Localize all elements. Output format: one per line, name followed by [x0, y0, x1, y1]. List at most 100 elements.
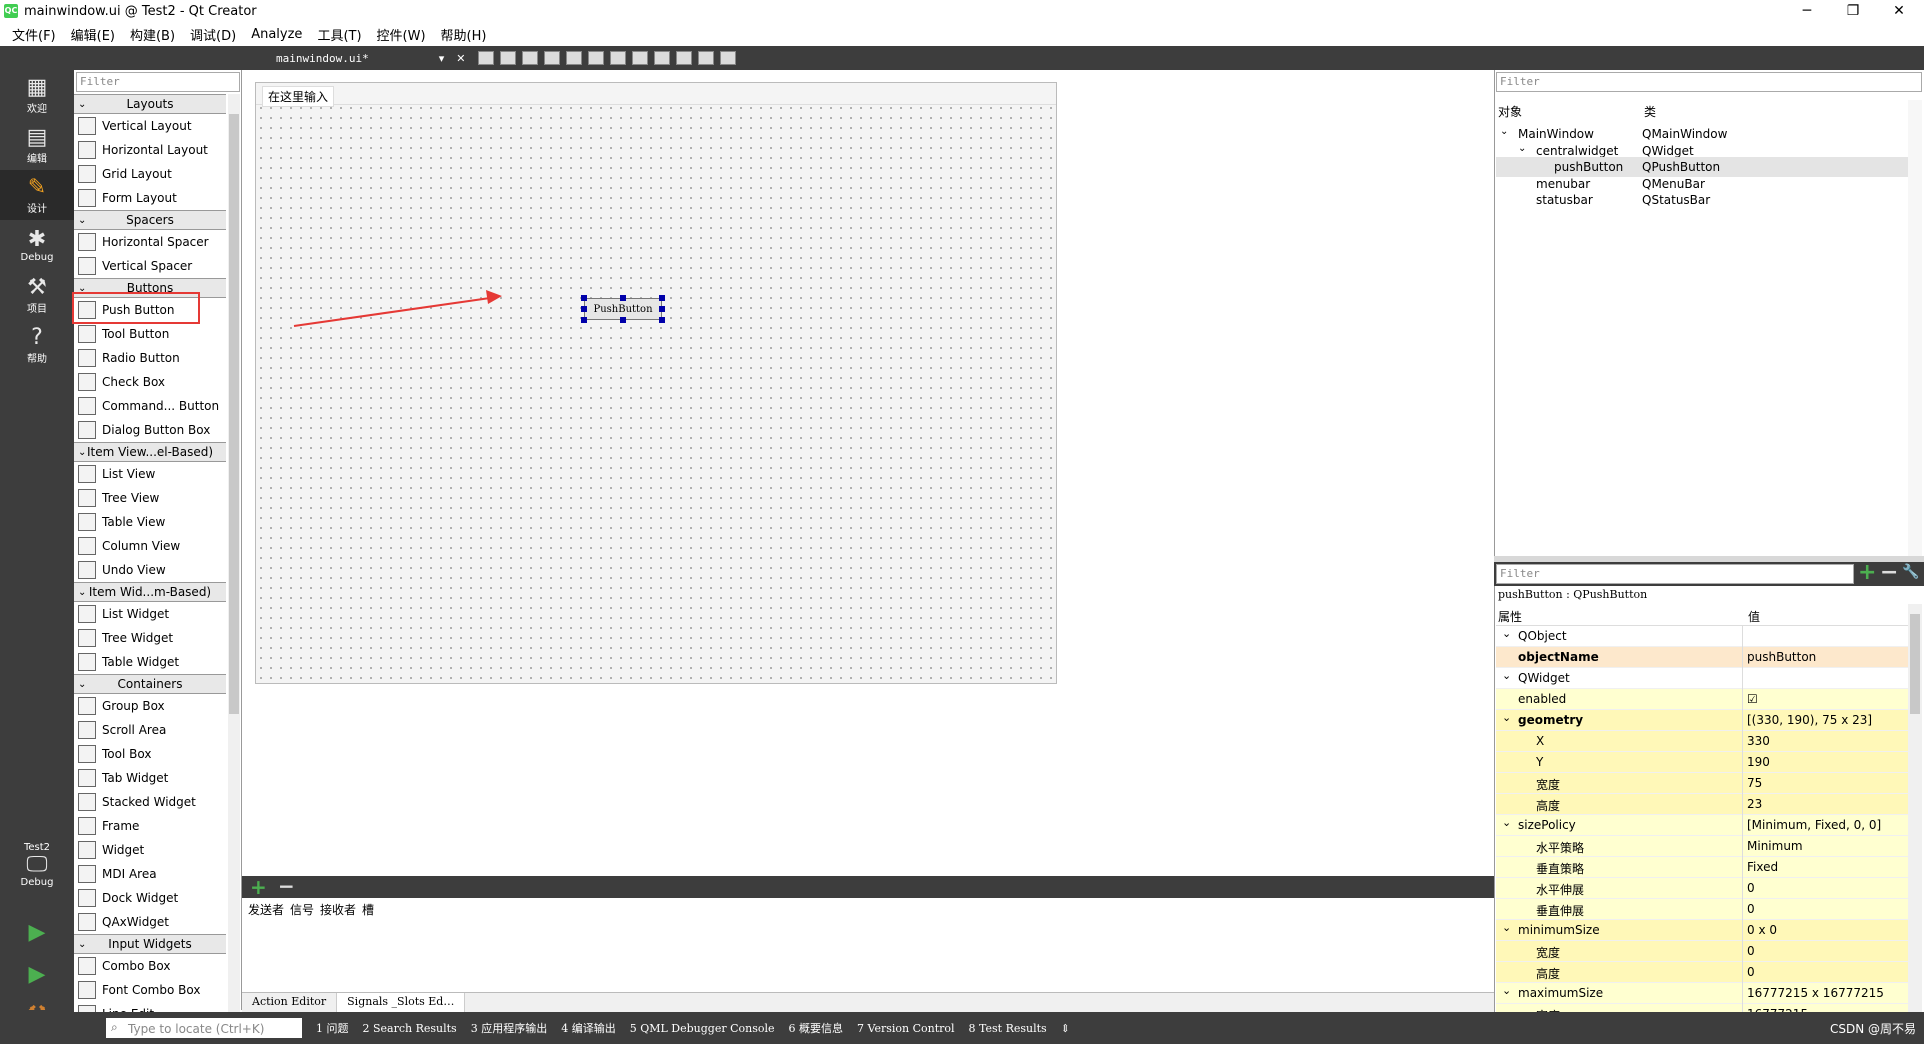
widget-item-group-box[interactable]: Group Box — [74, 694, 226, 718]
widget-item-stacked-widget[interactable]: Stacked Widget — [74, 790, 226, 814]
category-header[interactable]: ⌄ Containers — [74, 674, 226, 694]
menu-tools[interactable]: 工具(T) — [317, 25, 361, 44]
object-scrollbar[interactable] — [1908, 100, 1922, 556]
property-value[interactable]: 23 — [1747, 797, 1762, 811]
menu-widgets[interactable]: 控件(W) — [377, 25, 426, 44]
pane-general-messages[interactable]: 6 概要信息 — [789, 1020, 844, 1036]
close-document-icon[interactable]: ✕ — [456, 52, 465, 65]
adjust-size-icon[interactable] — [720, 51, 737, 65]
property-row-minimumsize[interactable]: minimumSize ⌄ 0 x 0 — [1496, 920, 1908, 941]
dropdown-chevron-icon[interactable]: ▾ — [439, 52, 445, 65]
property-row-item[interactable]: 垂直伸展 0 — [1496, 899, 1908, 920]
property-value[interactable]: Minimum — [1747, 839, 1803, 853]
widget-item-scroll-area[interactable]: Scroll Area — [74, 718, 226, 742]
property-row-objectname[interactable]: objectName pushButton — [1496, 647, 1908, 668]
pane-search-results[interactable]: 2 Search Results — [363, 1022, 457, 1035]
widget-item-list-view[interactable]: List View — [74, 462, 226, 486]
col-slot[interactable]: 槽 — [362, 901, 374, 918]
pane-version-control[interactable]: 7 Version Control — [857, 1022, 955, 1035]
category-header[interactable]: ⌄ Item Wid...m-Based) — [74, 582, 226, 602]
widget-item-frame[interactable]: Frame — [74, 814, 226, 838]
widget-item-line-edit[interactable]: Line Edit — [74, 1002, 226, 1012]
chevron-down-icon[interactable]: ⌄ — [1500, 126, 1508, 137]
form-mainwindow[interactable] — [255, 82, 1057, 684]
remove-connection-icon[interactable]: − — [278, 874, 295, 898]
resize-handle-ne[interactable] — [659, 295, 665, 301]
chevron-down-icon[interactable]: ⌄ — [1502, 984, 1511, 997]
resize-handle-e[interactable] — [659, 306, 665, 312]
mode-projects[interactable]: ⚒ 项目 — [0, 270, 74, 320]
kit-selector[interactable]: Test2 🖵 Debug — [0, 830, 74, 900]
col-signal[interactable]: 信号 — [290, 901, 314, 918]
resize-handle-se[interactable] — [659, 317, 665, 323]
menu-file[interactable]: 文件(F) — [12, 25, 56, 44]
menu-debug[interactable]: 调试(D) — [190, 25, 236, 44]
category-header[interactable]: ⌄ Input Widgets — [74, 934, 226, 954]
widget-item-vertical-spacer[interactable]: Vertical Spacer — [74, 254, 226, 278]
property-value[interactable]: [Minimum, Fixed, 0, 0] — [1747, 818, 1881, 832]
property-row-item[interactable]: 水平策略 Minimum — [1496, 836, 1908, 857]
property-row-enabled[interactable]: enabled ☑ — [1496, 689, 1908, 710]
category-header[interactable]: ⌄ Spacers — [74, 210, 226, 230]
property-row-geometry[interactable]: geometry ⌄ [(330, 190), 75 x 23] — [1496, 710, 1908, 731]
col-sender[interactable]: 发送者 — [248, 901, 284, 918]
resize-handle-s[interactable] — [620, 317, 626, 323]
property-value[interactable]: [(330, 190), 75 x 23] — [1747, 713, 1872, 727]
edit-tab-order-icon[interactable] — [544, 51, 561, 65]
property-value[interactable]: 0 — [1747, 881, 1755, 895]
mode-help[interactable]: ? 帮助 — [0, 320, 74, 370]
property-value[interactable]: 0 — [1747, 944, 1755, 958]
chevron-down-icon[interactable]: ⌄ — [1502, 627, 1511, 640]
widget-item-tree-view[interactable]: Tree View — [74, 486, 226, 510]
widget-item-table-widget[interactable]: Table Widget — [74, 650, 226, 674]
resize-handle-n[interactable] — [620, 295, 626, 301]
property-value[interactable]: pushButton — [1747, 650, 1816, 664]
pane-qml-console[interactable]: 5 QML Debugger Console — [630, 1022, 775, 1035]
widget-item-tool-box[interactable]: Tool Box — [74, 742, 226, 766]
widget-item-horizontal-spacer[interactable]: Horizontal Spacer — [74, 230, 226, 254]
col-property[interactable]: 属性 — [1498, 608, 1522, 625]
menu-edit[interactable]: 编辑(E) — [71, 25, 115, 44]
widget-item-grid-layout[interactable]: Grid Layout — [74, 162, 226, 186]
open-file-selector[interactable]: mainwindow.ui* — [276, 52, 369, 65]
widget-item-tab-widget[interactable]: Tab Widget — [74, 766, 226, 790]
tab-action-editor[interactable]: Action Editor — [242, 993, 338, 1012]
pane-app-output[interactable]: 3 应用程序输出 — [471, 1020, 548, 1036]
widget-item-column-view[interactable]: Column View — [74, 534, 226, 558]
property-row-maximumsize[interactable]: maximumSize ⌄ 16777215 x 16777215 — [1496, 983, 1908, 1004]
type-here-menu[interactable]: 在这里输入 — [262, 86, 335, 107]
property-value[interactable]: 330 — [1747, 734, 1770, 748]
add-connection-icon[interactable]: + — [250, 875, 267, 899]
restore-icon[interactable]: ❐ — [1830, 0, 1876, 22]
widget-filter-input[interactable]: Filter — [76, 72, 240, 92]
col-class[interactable]: 类 — [1644, 103, 1656, 120]
updown-arrows-icon[interactable]: ⇕ — [1061, 1022, 1070, 1035]
locator-input[interactable]: ⌕ Type to locate (Ctrl+K) — [106, 1018, 302, 1038]
category-header[interactable]: ⌄ Layouts — [74, 94, 226, 114]
menu-help[interactable]: 帮助(H) — [441, 25, 487, 44]
widget-item-form-layout[interactable]: Form Layout — [74, 186, 226, 210]
layout-grid-icon[interactable] — [654, 51, 671, 65]
widget-box-scrollbar[interactable] — [228, 94, 240, 1012]
object-filter-input[interactable]: Filter — [1496, 72, 1922, 92]
layout-horizontal-icon[interactable] — [566, 51, 583, 65]
widget-item-table-view[interactable]: Table View — [74, 510, 226, 534]
widget-item-dialog-button-box[interactable]: Dialog Button Box — [74, 418, 226, 442]
chevron-down-icon[interactable]: ⌄ — [1502, 669, 1511, 682]
property-value[interactable]: 75 — [1747, 776, 1762, 790]
property-row-y[interactable]: Y 190 — [1496, 752, 1908, 773]
chevron-down-icon[interactable]: ⌄ — [1518, 143, 1526, 154]
widget-item-horizontal-layout[interactable]: Horizontal Layout — [74, 138, 226, 162]
pane-compile-output[interactable]: 4 编译输出 — [561, 1020, 616, 1036]
widget-item-mdi-area[interactable]: MDI Area — [74, 862, 226, 886]
col-object[interactable]: 对象 — [1498, 103, 1522, 120]
edit-buddies-icon[interactable] — [522, 51, 539, 65]
property-row-item[interactable]: 水平伸展 0 — [1496, 878, 1908, 899]
property-value[interactable]: 0 — [1747, 965, 1755, 979]
mode-debug[interactable]: ✱ Debug — [0, 220, 74, 270]
resize-handle-nw[interactable] — [581, 295, 587, 301]
col-receiver[interactable]: 接收者 — [320, 901, 356, 918]
add-dynamic-property-icon[interactable]: + — [1858, 560, 1876, 585]
property-row-item[interactable]: 垂直策略 Fixed — [1496, 857, 1908, 878]
property-row-item[interactable]: 高度 23 — [1496, 794, 1908, 815]
